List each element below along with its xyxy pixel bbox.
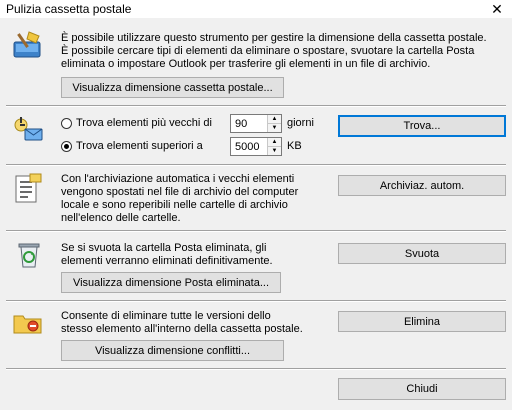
stepper-down-icon[interactable]: ▼ [268,123,281,132]
find-larger-label: Trova elementi superiori a [76,140,203,152]
title-bar: Pulizia cassetta postale ✕ [0,0,512,18]
section3-line: Con l'archiviazione automatica i vecchi … [61,173,295,185]
section4-line: Se si svuota la cartella Posta eliminata… [61,242,267,254]
find-items-icon [14,117,43,141]
section4-line: elementi verranno eliminati definitivame… [61,255,273,267]
separator [6,230,506,232]
mailbox-broom-icon [13,31,41,58]
delete-conflicts-button[interactable]: Elimina [338,311,506,332]
older-days-stepper[interactable]: 90 ▲ ▼ [230,114,282,133]
find-older-option[interactable]: Trova elementi più vecchi di [61,117,212,129]
section1-line: È possibile utilizzare questo strumento … [61,32,487,44]
view-deleted-items-size-button[interactable]: Visualizza dimensione Posta eliminata... [61,272,281,293]
find-larger-option[interactable]: Trova elementi superiori a [61,140,203,152]
older-days-value[interactable]: 90 [231,115,267,132]
find-older-label: Trova elementi più vecchi di [76,117,212,129]
find-larger-radio[interactable] [61,140,72,152]
section1-line: eliminata o impostare Outlook per trasfe… [61,58,431,70]
section5-line: stesso elemento all'interno della casset… [61,323,303,335]
section3-description: Con l'archiviazione automatica i vecchi … [61,173,298,225]
section3-line: nell'elenco delle cartelle. [61,212,181,224]
empty-deleted-items-button[interactable]: Svuota [338,243,506,264]
separator [6,105,506,107]
autoarchive-icon [15,173,42,203]
view-conflicts-size-button[interactable]: Visualizza dimensione conflitti... [61,340,284,361]
larger-size-stepper[interactable]: 5000 ▲ ▼ [230,137,282,156]
close-window-button[interactable]: ✕ [482,0,512,18]
section5-description: Consente di eliminare tutte le versioni … [61,310,303,336]
section4-description: Se si svuota la cartella Posta eliminata… [61,242,273,268]
larger-size-value[interactable]: 5000 [231,138,267,155]
close-button[interactable]: Chiudi [338,378,506,400]
separator [6,300,506,302]
section1-description: È possibile utilizzare questo strumento … [61,32,487,71]
close-icon: ✕ [491,1,503,17]
recycle-bin-icon [18,243,40,268]
find-older-radio[interactable] [61,117,72,129]
larger-size-unit: KB [287,140,302,152]
section3-line: vengono spostati nel file di archivio de… [61,186,299,198]
stepper-down-icon[interactable]: ▼ [268,146,281,155]
stepper-up-icon[interactable]: ▲ [268,138,281,146]
autoarchive-button[interactable]: Archiviaz. autom. [338,175,506,196]
find-button[interactable]: Trova... [338,115,506,137]
section3-line: locale e sono reperibili nelle cartelle … [61,199,288,211]
conflicts-folder-icon [13,315,42,334]
window-title: Pulizia cassetta postale [6,2,132,16]
section5-line: Consente di eliminare tutte le versioni … [61,310,271,322]
stepper-up-icon[interactable]: ▲ [268,115,281,123]
section1-line: È possibile cercare tipi di elementi da … [61,45,475,57]
older-days-unit: giorni [287,117,314,129]
separator [6,368,506,370]
separator [6,164,506,166]
view-mailbox-size-button[interactable]: Visualizza dimensione cassetta postale..… [61,77,284,98]
